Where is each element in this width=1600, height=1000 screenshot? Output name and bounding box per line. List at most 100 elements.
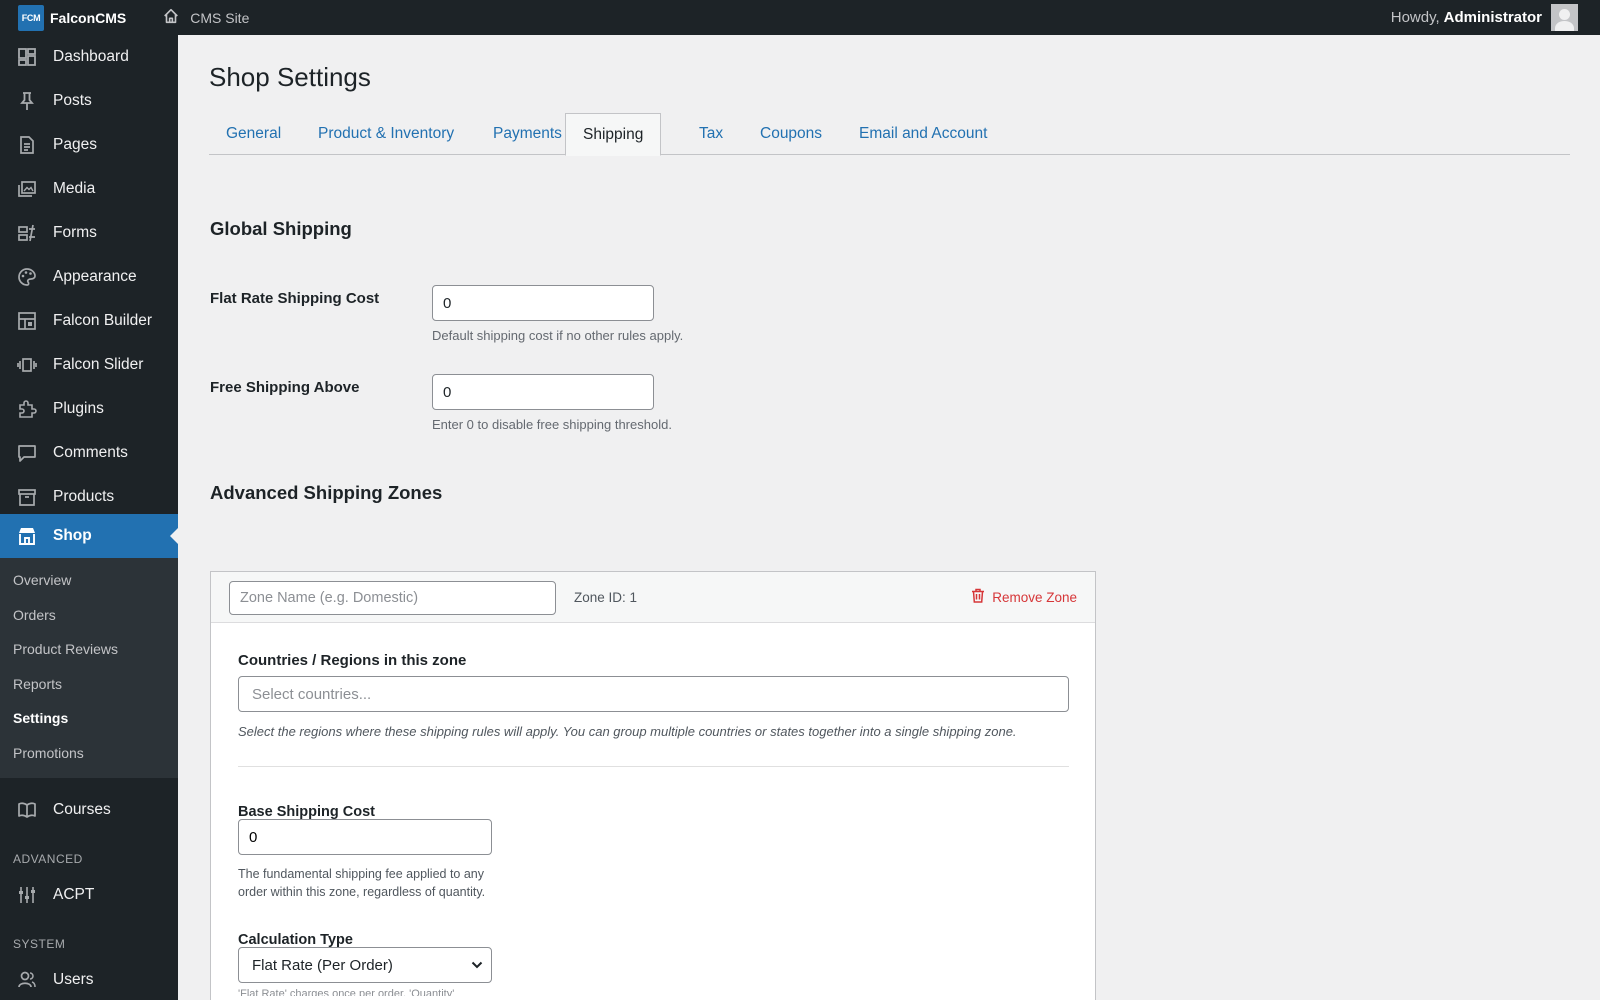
- dashboard-icon: [17, 47, 37, 67]
- store-icon: [17, 526, 37, 546]
- zone-divider: [238, 766, 1069, 767]
- sidebar-item-label: Courses: [53, 801, 111, 818]
- settings-tabs: General Product & Inventory Payments Shi…: [209, 113, 1570, 156]
- plugin-icon: [17, 399, 37, 419]
- sidebar-item-label: Pages: [53, 136, 97, 153]
- sidebar-item-shop[interactable]: Shop: [0, 514, 178, 558]
- brand-name: FalconCMS: [50, 9, 127, 26]
- tab-payments[interactable]: Payments: [476, 113, 579, 155]
- sidebar-item-acpt[interactable]: ACPT: [0, 873, 178, 917]
- sidebar-item-label: Shop: [53, 527, 92, 544]
- slider-icon: [17, 355, 37, 375]
- sidebar-item-courses[interactable]: Courses: [0, 788, 178, 832]
- sidebar-item-label: Falcon Slider: [53, 356, 144, 373]
- flat-rate-desc: Default shipping cost if no other rules …: [432, 328, 684, 343]
- sidebar-item-label: Media: [53, 180, 96, 197]
- forms-icon: [17, 223, 37, 243]
- zone-header: Zone ID: 1 Remove Zone: [211, 572, 1095, 623]
- avatar: [1551, 4, 1578, 31]
- sidebar-item-label: Products: [53, 488, 115, 505]
- flat-rate-label: Flat Rate Shipping Cost: [210, 290, 380, 307]
- tab-email-and-account[interactable]: Email and Account: [842, 113, 1004, 155]
- brand[interactable]: FCM FalconCMS: [0, 0, 126, 35]
- calc-type-select[interactable]: Flat Rate (Per Order): [238, 947, 492, 983]
- flat-rate-input[interactable]: [432, 285, 654, 321]
- calc-type-label: Calculation Type: [238, 932, 353, 948]
- book-icon: [17, 800, 37, 820]
- sidebar-item-plugins[interactable]: Plugins: [0, 387, 178, 431]
- page-icon: [17, 135, 37, 155]
- sidebar-item-forms[interactable]: Forms: [0, 211, 178, 255]
- sidebar-item-label: Users: [53, 971, 94, 988]
- home-icon: [162, 7, 190, 28]
- sidebar-item-dashboard[interactable]: Dashboard: [0, 35, 178, 79]
- sidebar-item-falcon-slider[interactable]: Falcon Slider: [0, 343, 178, 387]
- sidebar-item-media[interactable]: Media: [0, 167, 178, 211]
- submenu-item-promotions[interactable]: Promotions: [13, 745, 84, 761]
- global-shipping-heading: Global Shipping: [210, 218, 352, 239]
- page-title: Shop Settings: [209, 62, 371, 92]
- calc-type-hint: 'Flat Rate' charges once per order. 'Qua…: [238, 988, 455, 996]
- countries-select[interactable]: [238, 676, 1069, 712]
- palette-icon: [17, 267, 37, 287]
- media-icon: [17, 179, 37, 199]
- calc-type-value: Flat Rate (Per Order): [252, 956, 393, 974]
- zone-name-input[interactable]: [229, 581, 556, 615]
- submenu-item-settings[interactable]: Settings: [13, 710, 68, 726]
- sidebar-item-label: Forms: [53, 224, 97, 241]
- zone-id: Zone ID: 1: [574, 590, 638, 605]
- account-menu[interactable]: Howdy, Administrator: [1391, 0, 1578, 35]
- site-link[interactable]: CMS Site: [162, 7, 249, 28]
- free-shipping-above-input[interactable]: [432, 374, 654, 410]
- tab-coupons[interactable]: Coupons: [743, 113, 839, 155]
- sidebar-item-pages[interactable]: Pages: [0, 123, 178, 167]
- sidebar-item-label: Plugins: [53, 400, 104, 417]
- sidebar-item-falcon-builder[interactable]: Falcon Builder: [0, 299, 178, 343]
- sliders-icon: [17, 885, 37, 905]
- admin-bar: FCM FalconCMS CMS Site Howdy, Administra…: [0, 0, 1600, 35]
- sidebar-item-comments[interactable]: Comments: [0, 431, 178, 475]
- sidebar-item-products[interactable]: Products: [0, 475, 178, 519]
- user-name: Administrator: [1443, 9, 1542, 26]
- section-label-advanced: ADVANCED: [13, 852, 83, 866]
- submenu-item-product-reviews[interactable]: Product Reviews: [13, 641, 118, 657]
- free-shipping-above-label: Free Shipping Above: [210, 379, 360, 396]
- sidebar-item-appearance[interactable]: Appearance: [0, 255, 178, 299]
- countries-desc: Select the regions where these shipping …: [238, 724, 1017, 739]
- tab-general[interactable]: General: [209, 113, 298, 155]
- submenu-item-overview[interactable]: Overview: [13, 572, 71, 588]
- brand-logo: FCM: [18, 4, 44, 31]
- base-cost-desc: The fundamental shipping fee applied to …: [238, 867, 486, 899]
- sidebar-item-label: Falcon Builder: [53, 312, 153, 329]
- archive-icon: [17, 487, 37, 507]
- layout-icon: [17, 311, 37, 331]
- sidebar-item-label: ACPT: [53, 886, 95, 903]
- pin-icon: [17, 91, 37, 111]
- countries-label: Countries / Regions in this zone: [238, 652, 467, 669]
- tab-shipping[interactable]: Shipping: [565, 113, 662, 156]
- shipping-zone-card: Zone ID: 1 Remove Zone Countries / Regio…: [210, 571, 1096, 1000]
- sidebar-item-posts[interactable]: Posts: [0, 79, 178, 123]
- comment-icon: [17, 443, 37, 463]
- tab-tax[interactable]: Tax: [682, 113, 740, 155]
- advanced-zones-heading: Advanced Shipping Zones: [210, 482, 443, 503]
- sidebar-item-label: Comments: [53, 444, 128, 461]
- trash-icon: [971, 588, 992, 606]
- site-link-label: CMS Site: [190, 9, 250, 26]
- sidebar-item-label: Posts: [53, 92, 92, 109]
- base-cost-input[interactable]: [238, 819, 492, 855]
- users-icon: [17, 970, 37, 990]
- submenu-item-orders[interactable]: Orders: [13, 607, 56, 623]
- admin-sidebar: Dashboard Posts Pages Media Forms Appear…: [0, 35, 178, 1000]
- submenu-item-reports[interactable]: Reports: [13, 676, 62, 692]
- tab-product-inventory[interactable]: Product & Inventory: [301, 113, 471, 155]
- howdy-text: Howdy,: [1390, 9, 1440, 26]
- sidebar-item-users[interactable]: Users: [0, 958, 178, 1000]
- shop-submenu: Overview Orders Product Reviews Reports …: [0, 558, 178, 778]
- sidebar-item-label: Dashboard: [53, 48, 129, 65]
- base-cost-label: Base Shipping Cost: [238, 804, 375, 820]
- remove-zone-button[interactable]: Remove Zone: [971, 588, 1077, 606]
- section-label-system: SYSTEM: [13, 937, 66, 951]
- sidebar-item-label: Appearance: [53, 268, 137, 285]
- remove-zone-label: Remove Zone: [992, 589, 1077, 605]
